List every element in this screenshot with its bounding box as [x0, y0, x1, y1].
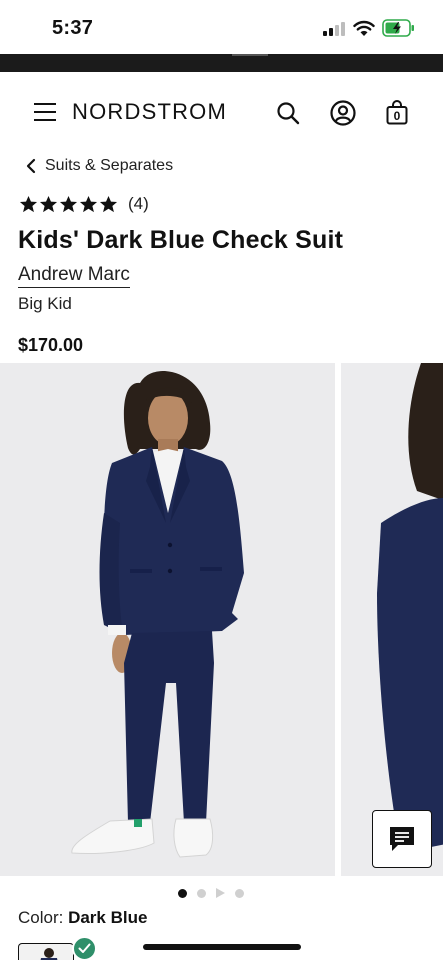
brand-link[interactable]: Andrew Marc: [18, 264, 130, 288]
color-selection: Color: Dark Blue: [18, 908, 147, 928]
cellular-signal-icon: [323, 22, 345, 36]
battery-charging-icon: [382, 19, 414, 37]
video-play-icon[interactable]: [216, 888, 225, 898]
account-icon[interactable]: [330, 100, 356, 126]
search-icon[interactable]: [276, 101, 300, 125]
color-swatch-selected[interactable]: [18, 943, 74, 960]
star-icon: [19, 195, 38, 212]
product-title: Kids' Dark Blue Check Suit: [18, 226, 344, 254]
star-icon: [99, 195, 118, 212]
chat-button[interactable]: [372, 810, 432, 868]
gallery-dot-active[interactable]: [178, 888, 187, 898]
breadcrumb-label: Suits & Separates: [45, 157, 174, 174]
product-image-gallery[interactable]: [0, 363, 443, 876]
size-group: Big Kid: [18, 294, 72, 313]
color-value: Dark Blue: [68, 908, 148, 927]
product-photo-next[interactable]: [341, 363, 443, 876]
rating[interactable]: (4): [19, 194, 149, 214]
bag-count: 0: [393, 109, 401, 123]
selected-check-icon: [72, 936, 97, 960]
gallery-dot[interactable]: [235, 888, 244, 898]
chevron-left-icon: [26, 158, 36, 174]
status-bar: 5:37: [0, 0, 443, 54]
product-price: $170.00: [18, 335, 84, 355]
strip-marker: [232, 54, 268, 56]
star-icon: [59, 195, 78, 212]
product-photo-main[interactable]: [0, 363, 335, 876]
swatch-thumbnail: [40, 948, 58, 960]
star-rating: [19, 195, 119, 214]
hamburger-menu-icon[interactable]: [34, 103, 56, 123]
home-indicator: [143, 944, 301, 950]
star-icon: [79, 195, 98, 212]
brand-logo[interactable]: NORDSTROM: [72, 99, 227, 125]
breadcrumb[interactable]: Suits & Separates: [26, 157, 173, 175]
gallery-dot[interactable]: [197, 888, 206, 898]
shopping-bag-icon[interactable]: 0: [386, 99, 408, 125]
review-count: (4): [128, 194, 149, 213]
chat-bubble-icon: [390, 827, 414, 851]
wifi-icon: [353, 20, 375, 36]
browser-top-strip: [0, 54, 443, 72]
model-closeup-illustration: [377, 363, 443, 853]
checkmark-icon: [78, 943, 91, 953]
color-label: Color:: [18, 908, 69, 927]
gallery-pagination: [178, 888, 254, 898]
star-icon: [39, 195, 58, 212]
model-in-suit-illustration: [71, 371, 244, 858]
status-time: 5:37: [52, 17, 94, 39]
